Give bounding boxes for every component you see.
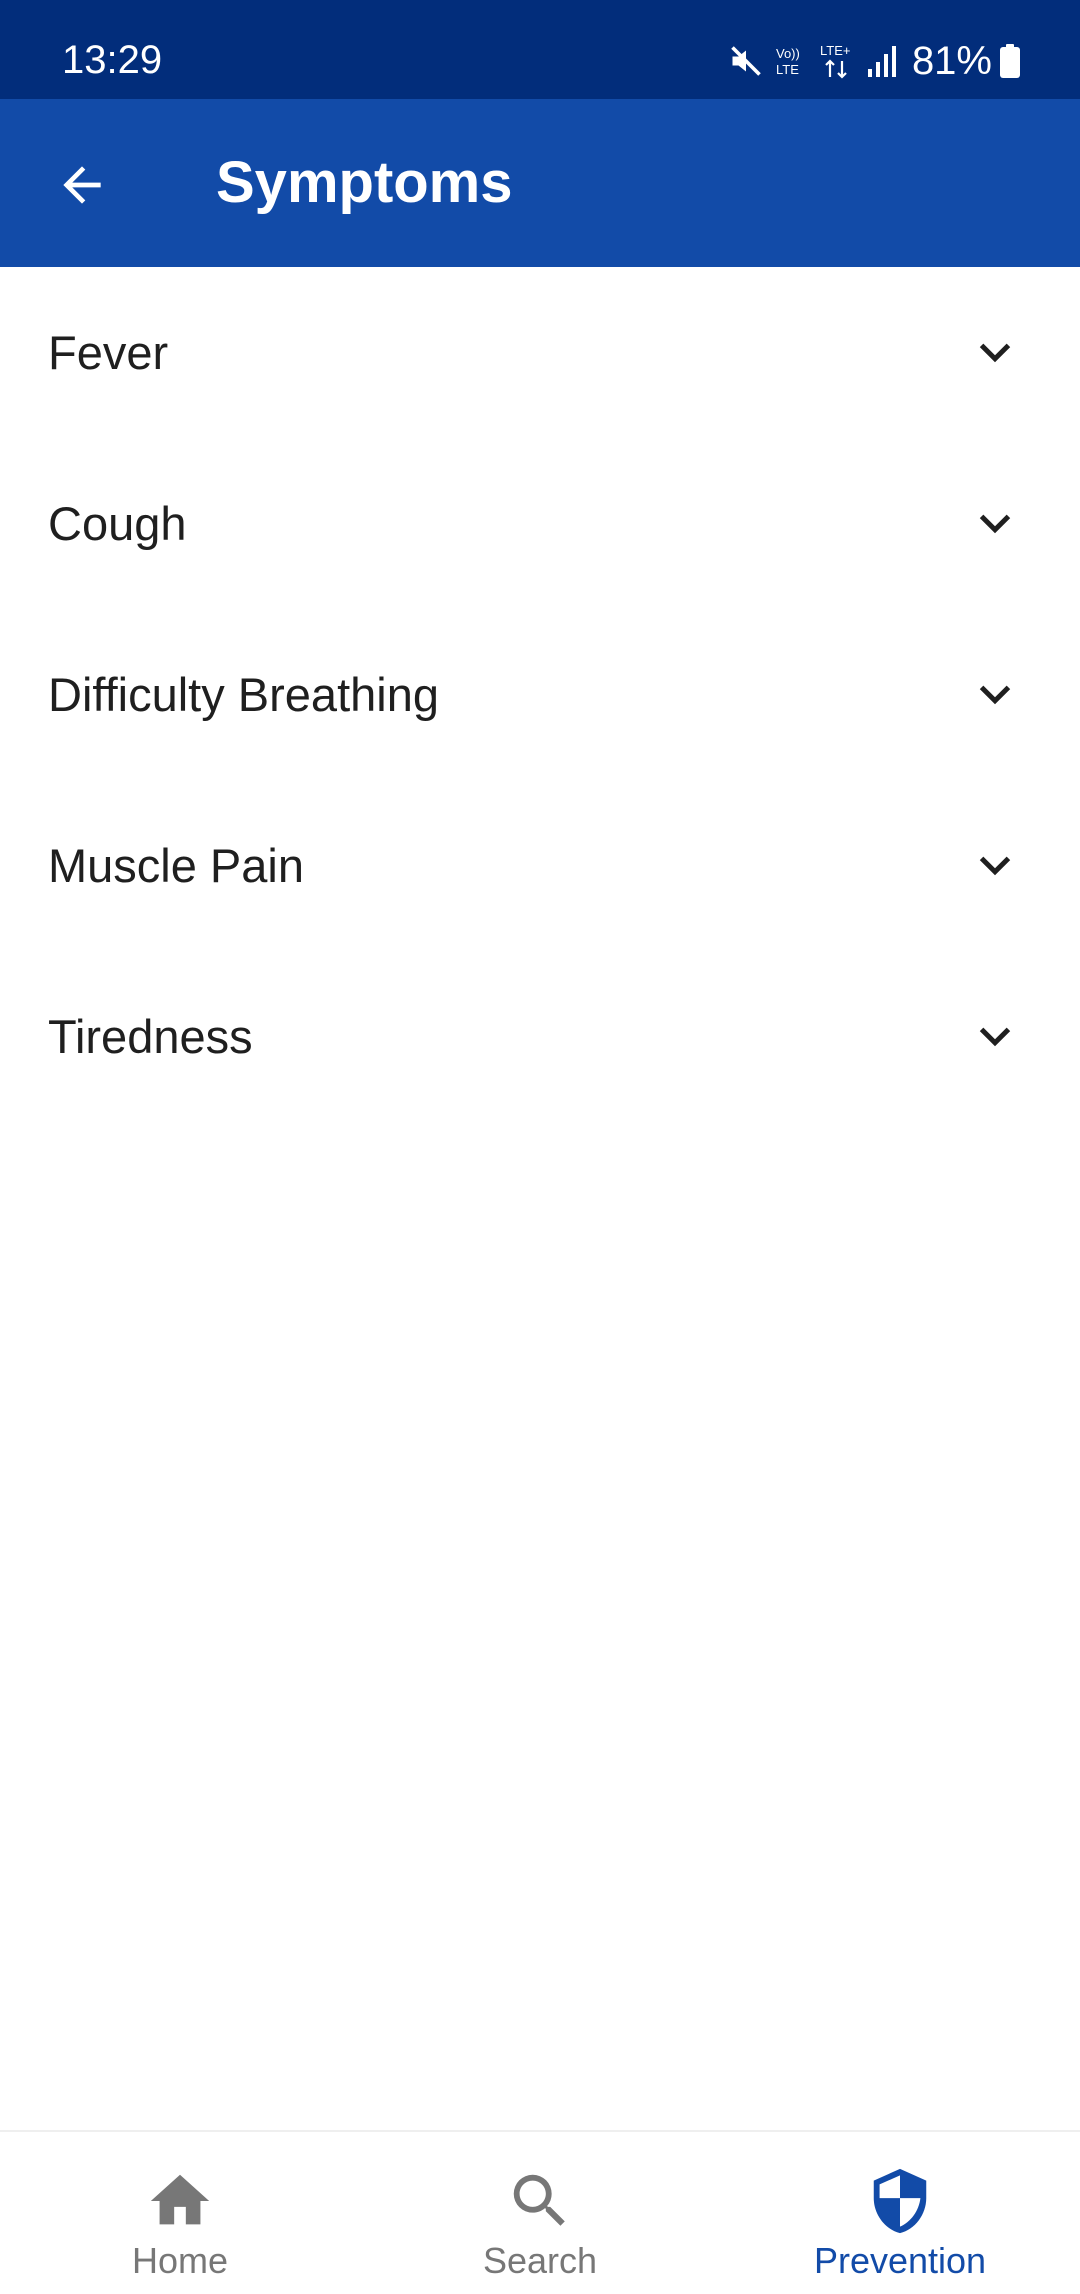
symptom-item-tiredness[interactable]: Tiredness [0,951,1080,1122]
chevron-down-icon [979,514,1011,534]
shield-icon [873,2168,927,2234]
nav-label: Prevention [813,2240,987,2281]
bottom-navigation: Home Search Prevention [0,2130,1080,2294]
arrow-back-icon [63,166,101,204]
nav-prevention[interactable]: Prevention [720,2132,1080,2294]
chevron-down-icon [979,685,1011,705]
signal-icon [867,46,896,77]
svg-text:LTE: LTE [776,62,799,77]
chevron-down-icon [979,856,1011,876]
search-icon [513,2174,565,2226]
app-bar: Symptoms [0,99,1080,267]
chevron-down-icon [979,343,1011,363]
battery-percent: 81% [911,38,992,83]
svg-text:LTE+: LTE+ [820,43,850,58]
status-time: 13:29 [62,38,163,82]
symptom-list: Fever Cough Difficulty Breathing Muscle … [0,267,1080,1122]
nav-search[interactable]: Search [360,2132,720,2294]
battery-icon [1000,44,1020,78]
nav-label: Home [131,2240,229,2281]
volte-icon: Vo)) LTE [776,46,800,77]
symptom-label: Fever [48,326,169,379]
back-button[interactable] [40,143,124,227]
symptom-item-muscle-pain[interactable]: Muscle Pain [0,780,1080,951]
nav-label: Search [482,2240,598,2281]
symptom-label: Cough [48,497,187,550]
symptom-label: Difficulty Breathing [48,668,439,721]
mute-icon [731,46,761,76]
status-bar: 13:29 Vo)) LTE LTE+ 81% [0,0,1080,99]
status-icons: Vo)) LTE LTE+ 81% [728,36,1020,86]
symptom-label: Muscle Pain [48,839,304,892]
nav-home[interactable]: Home [0,2132,360,2294]
home-icon [150,2174,210,2225]
symptom-item-fever[interactable]: Fever [0,267,1080,438]
symptom-item-difficulty-breathing[interactable]: Difficulty Breathing [0,609,1080,780]
symptom-label: Tiredness [48,1010,253,1063]
symptom-item-cough[interactable]: Cough [0,438,1080,609]
chevron-down-icon [979,1027,1011,1047]
page-title: Symptoms [216,150,513,215]
svg-text:Vo)): Vo)) [776,46,800,61]
lte-plus-data-icon: LTE+ [820,43,850,79]
